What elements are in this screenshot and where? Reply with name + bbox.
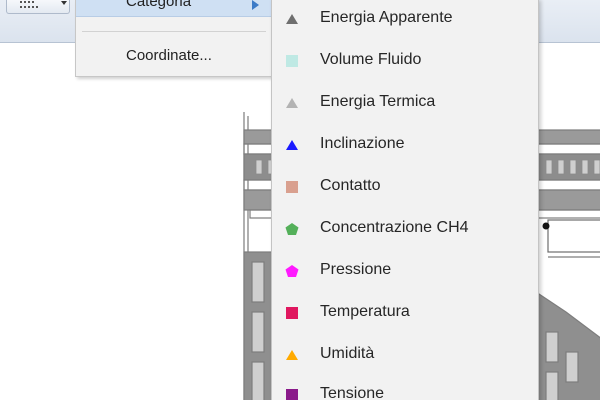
triangle-icon [286,140,298,150]
category-label: Tensione [320,385,385,400]
category-item-umidita[interactable]: Umidità [272,335,538,375]
category-label: Temperatura [320,303,410,320]
category-item-energia-apparente[interactable]: Energia Apparente [272,0,538,39]
map-marker[interactable] [542,222,550,230]
pentagon-icon [285,265,299,277]
map-viewer: Categoria Coordinate... Energia Apparent… [0,0,600,400]
category-item-energia-termica[interactable]: Energia Termica [272,83,538,123]
triangle-icon [286,14,298,24]
category-item-temperatura[interactable]: Temperatura [272,293,538,333]
category-label: Inclinazione [320,135,405,152]
category-label: Umidità [320,345,375,362]
category-item-concentrazione-ch4[interactable]: Concentrazione CH4 [272,209,538,249]
chevron-down-icon [61,1,67,5]
category-label: Pressione [320,261,392,278]
tool-dropdown-button[interactable] [6,0,70,14]
category-item-inclinazione[interactable]: Inclinazione [272,125,538,165]
category-item-tensione[interactable]: Tensione [272,375,538,400]
context-menu: Categoria Coordinate... [75,0,272,77]
category-item-volume-fluido[interactable]: Volume Fluido [272,41,538,81]
square-icon [286,181,298,193]
chevron-right-icon [252,0,259,10]
menu-separator [82,31,266,32]
triangle-icon [286,350,298,360]
menu-item-label: Coordinate... [126,47,212,64]
triangle-icon [286,98,298,108]
category-item-contatto[interactable]: Contatto [272,167,538,207]
square-icon [286,389,298,400]
pentagon-icon [285,223,299,235]
menu-item-coordinate[interactable]: Coordinate... [76,44,271,70]
category-label: Concentrazione CH4 [320,219,469,236]
category-label: Energia Apparente [320,9,453,26]
category-item-pressione[interactable]: Pressione [272,251,538,291]
menu-item-label: Categoria [126,0,192,10]
square-icon [286,55,298,67]
grid-icon [20,1,38,8]
category-label: Energia Termica [320,93,436,110]
category-label: Contatto [320,177,381,194]
category-submenu: Energia Apparente Volume Fluido Energia … [271,0,539,400]
category-label: Volume Fluido [320,51,422,68]
menu-item-categoria[interactable]: Categoria [76,0,271,17]
square-icon [286,307,298,319]
